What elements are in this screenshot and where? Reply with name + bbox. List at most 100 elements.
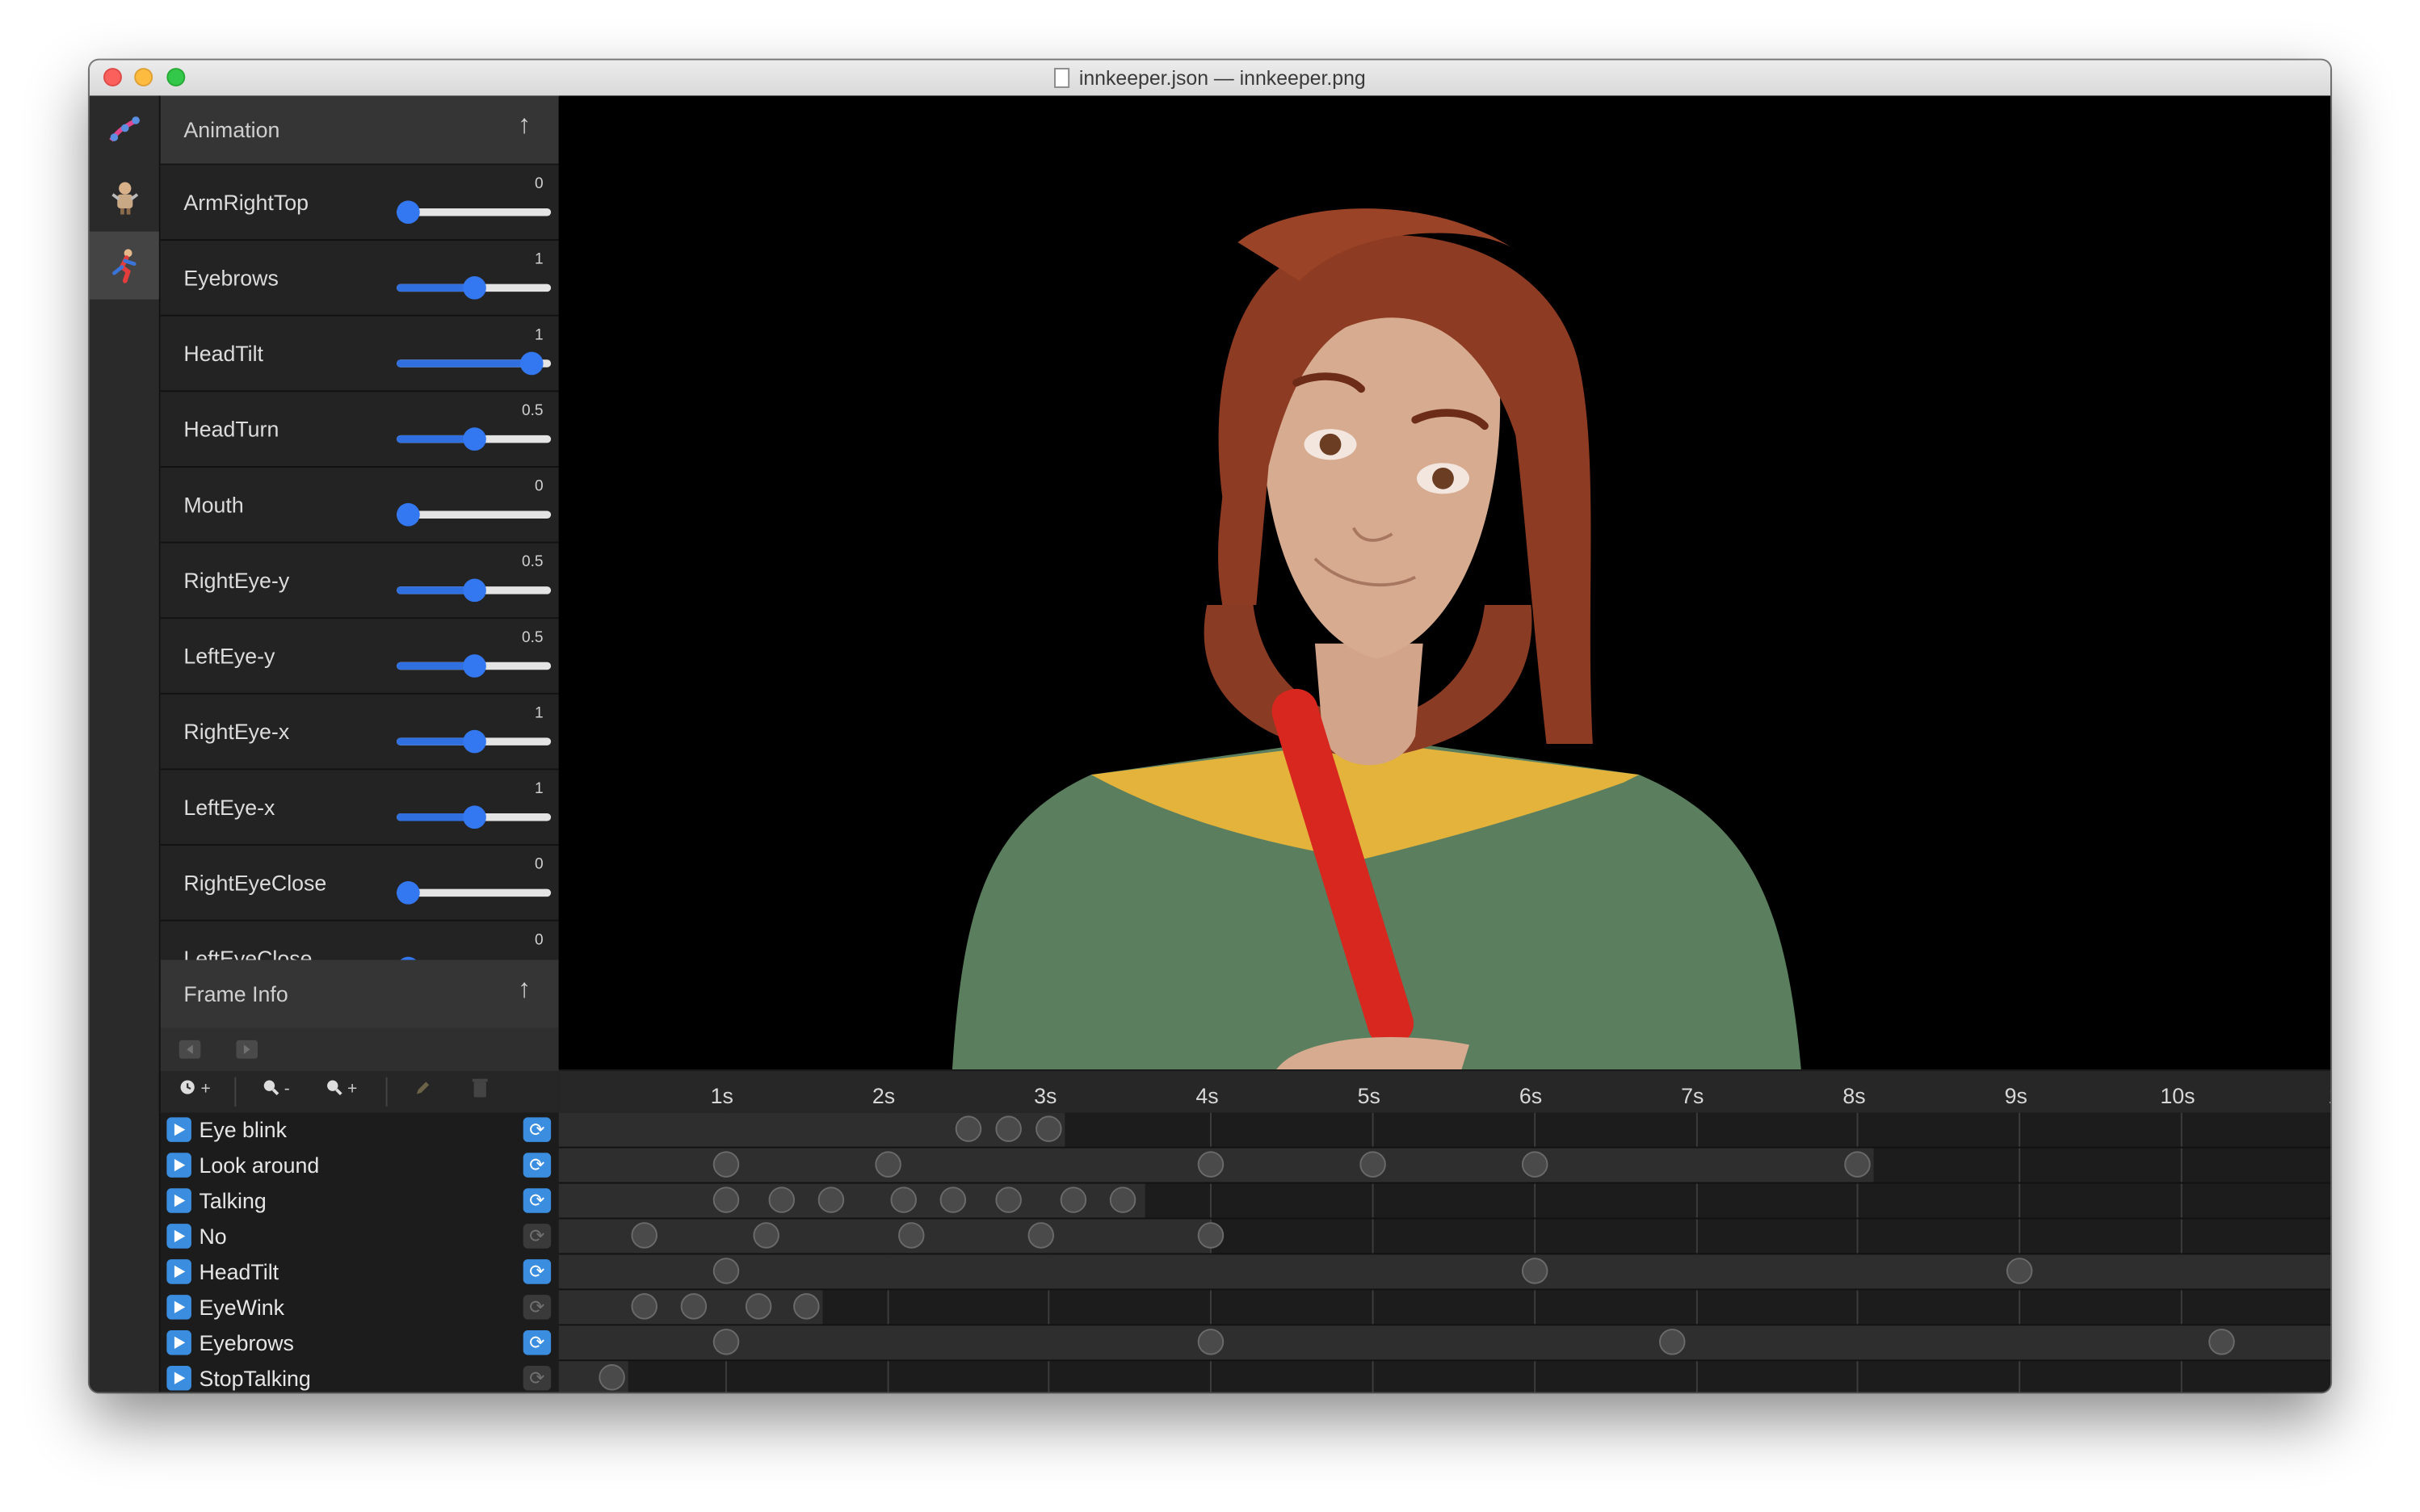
param-slider-knob[interactable] <box>519 351 544 376</box>
track-lane[interactable] <box>558 1112 2331 1149</box>
loop-toggle-icon[interactable]: ⟳ <box>523 1188 552 1213</box>
zoom-out-button[interactable]: - <box>263 1079 290 1099</box>
keyframe-marker[interactable] <box>1108 1186 1136 1213</box>
app-window: innkeeper.json — innkeeper.png Animation… <box>89 60 2331 1392</box>
track-lane[interactable] <box>558 1325 2331 1362</box>
keyframe-marker[interactable] <box>712 1258 739 1284</box>
track-row[interactable]: StopTalking ⟳ <box>161 1361 559 1392</box>
track-lane[interactable] <box>558 1148 2331 1184</box>
param-row: HeadTurn 0.5 <box>160 392 559 468</box>
track-name: Eyebrows <box>199 1330 294 1355</box>
keyframe-marker[interactable] <box>1521 1151 1548 1178</box>
keyframe-marker[interactable] <box>890 1186 918 1213</box>
keyframe-marker[interactable] <box>1359 1151 1386 1178</box>
param-slider-knob[interactable] <box>463 805 486 830</box>
param-slider-knob[interactable] <box>463 729 486 754</box>
next-frame-icon[interactable] <box>236 1040 258 1059</box>
mesh-tool-button[interactable] <box>90 95 159 163</box>
frame-info-header[interactable]: Frame Info ↑ <box>160 960 559 1030</box>
param-label: RightEyeClose <box>183 870 327 896</box>
param-value: 0 <box>534 856 544 874</box>
track-row[interactable]: HeadTilt ⟳ <box>161 1254 559 1290</box>
play-track-button[interactable] <box>166 1295 191 1320</box>
keyframe-marker[interactable] <box>1658 1329 1686 1355</box>
param-label: LeftEye-x <box>183 795 275 820</box>
param-value: 1 <box>534 251 544 269</box>
puppet-tool-button[interactable] <box>90 164 159 232</box>
edit-keyframe-button[interactable] <box>414 1079 432 1102</box>
track-row[interactable]: Talking ⟳ <box>161 1184 559 1220</box>
time-ruler[interactable]: 1s 2s 3s 4s 5s 6s 7s 8s 9s 10s 11 <box>558 1071 2331 1115</box>
add-keyframe-button[interactable]: + <box>179 1079 211 1098</box>
param-slider-fill <box>397 359 540 368</box>
param-slider-knob[interactable] <box>463 427 486 451</box>
timeline-tracks[interactable] <box>558 1112 2331 1392</box>
zoom-in-button[interactable]: + <box>326 1079 357 1098</box>
track-row[interactable]: Eyebrows ⟳ <box>161 1325 559 1361</box>
keyframe-marker[interactable] <box>1198 1222 1225 1249</box>
param-slider-knob[interactable] <box>463 276 486 300</box>
keyframe-marker[interactable] <box>712 1151 739 1178</box>
clock-icon <box>180 1080 195 1094</box>
keyframe-marker[interactable] <box>874 1151 901 1178</box>
loop-toggle-icon[interactable]: ⟳ <box>523 1365 552 1391</box>
param-slider-knob[interactable] <box>397 881 420 905</box>
animation-panel-title: Animation <box>183 117 280 142</box>
collapse-arrow-icon[interactable]: ↑ <box>518 110 531 141</box>
track-name: No <box>199 1224 227 1249</box>
mesh-tool-icon <box>108 116 140 142</box>
track-lane[interactable] <box>558 1254 2331 1291</box>
magnifier-icon <box>327 1080 342 1096</box>
loop-toggle-icon[interactable]: ⟳ <box>523 1117 552 1142</box>
tool-rail <box>89 95 161 1392</box>
previous-frame-icon[interactable] <box>179 1040 201 1059</box>
pencil-icon <box>416 1082 430 1094</box>
track-lane[interactable] <box>558 1183 2331 1220</box>
play-track-button[interactable] <box>166 1153 191 1178</box>
loop-toggle-icon[interactable]: ⟳ <box>523 1224 552 1249</box>
keyframe-marker[interactable] <box>939 1186 966 1213</box>
delete-keyframe-button[interactable] <box>472 1078 488 1102</box>
keyframe-marker[interactable] <box>712 1186 739 1213</box>
play-track-button[interactable] <box>166 1259 191 1284</box>
keyframe-marker[interactable] <box>753 1222 779 1249</box>
track-lane[interactable] <box>558 1290 2331 1326</box>
param-slider-knob[interactable] <box>463 578 486 603</box>
param-slider-knob[interactable] <box>397 200 420 225</box>
play-track-button[interactable] <box>166 1117 191 1142</box>
keyframe-marker[interactable] <box>680 1293 707 1320</box>
param-slider-knob[interactable] <box>397 502 420 527</box>
trash-icon <box>472 1078 488 1098</box>
keyframe-marker[interactable] <box>1060 1186 1087 1213</box>
loop-toggle-icon[interactable]: ⟳ <box>523 1259 552 1284</box>
loop-toggle-icon[interactable]: ⟳ <box>523 1153 552 1178</box>
keyframe-marker[interactable] <box>745 1293 771 1320</box>
ruler-label: 7s <box>1681 1083 1704 1108</box>
keyframe-marker[interactable] <box>1521 1258 1548 1284</box>
play-track-button[interactable] <box>166 1188 191 1213</box>
loop-toggle-icon[interactable]: ⟳ <box>523 1295 552 1320</box>
keyframe-marker[interactable] <box>955 1115 982 1142</box>
param-row: HeadTilt 1 <box>160 316 559 393</box>
animation-panel-header[interactable]: Animation ↑ <box>160 95 559 166</box>
loop-toggle-icon[interactable]: ⟳ <box>523 1330 552 1355</box>
track-row[interactable]: Look around ⟳ <box>161 1149 559 1184</box>
track-row[interactable]: EyeWink ⟳ <box>161 1290 559 1325</box>
keyframe-marker[interactable] <box>712 1329 739 1355</box>
preview-canvas[interactable] <box>558 95 2331 1070</box>
animation-tool-button[interactable] <box>89 231 159 300</box>
play-track-button[interactable] <box>166 1224 191 1249</box>
play-track-button[interactable] <box>166 1365 191 1391</box>
track-lane[interactable] <box>558 1361 2330 1392</box>
track-lane[interactable] <box>558 1219 2331 1255</box>
param-slider-knob[interactable] <box>463 654 486 678</box>
keyframe-marker[interactable] <box>817 1186 844 1213</box>
param-value: 0 <box>534 478 544 496</box>
play-track-button[interactable] <box>166 1330 191 1355</box>
track-row[interactable]: Eye blink ⟳ <box>161 1113 559 1149</box>
track-row[interactable]: No ⟳ <box>161 1219 559 1254</box>
collapse-arrow-icon[interactable]: ↑ <box>518 974 531 1005</box>
zoom-out-label: - <box>284 1080 290 1099</box>
frame-info-title: Frame Info <box>183 981 288 1006</box>
ruler-label: 9s <box>2004 1083 2027 1108</box>
